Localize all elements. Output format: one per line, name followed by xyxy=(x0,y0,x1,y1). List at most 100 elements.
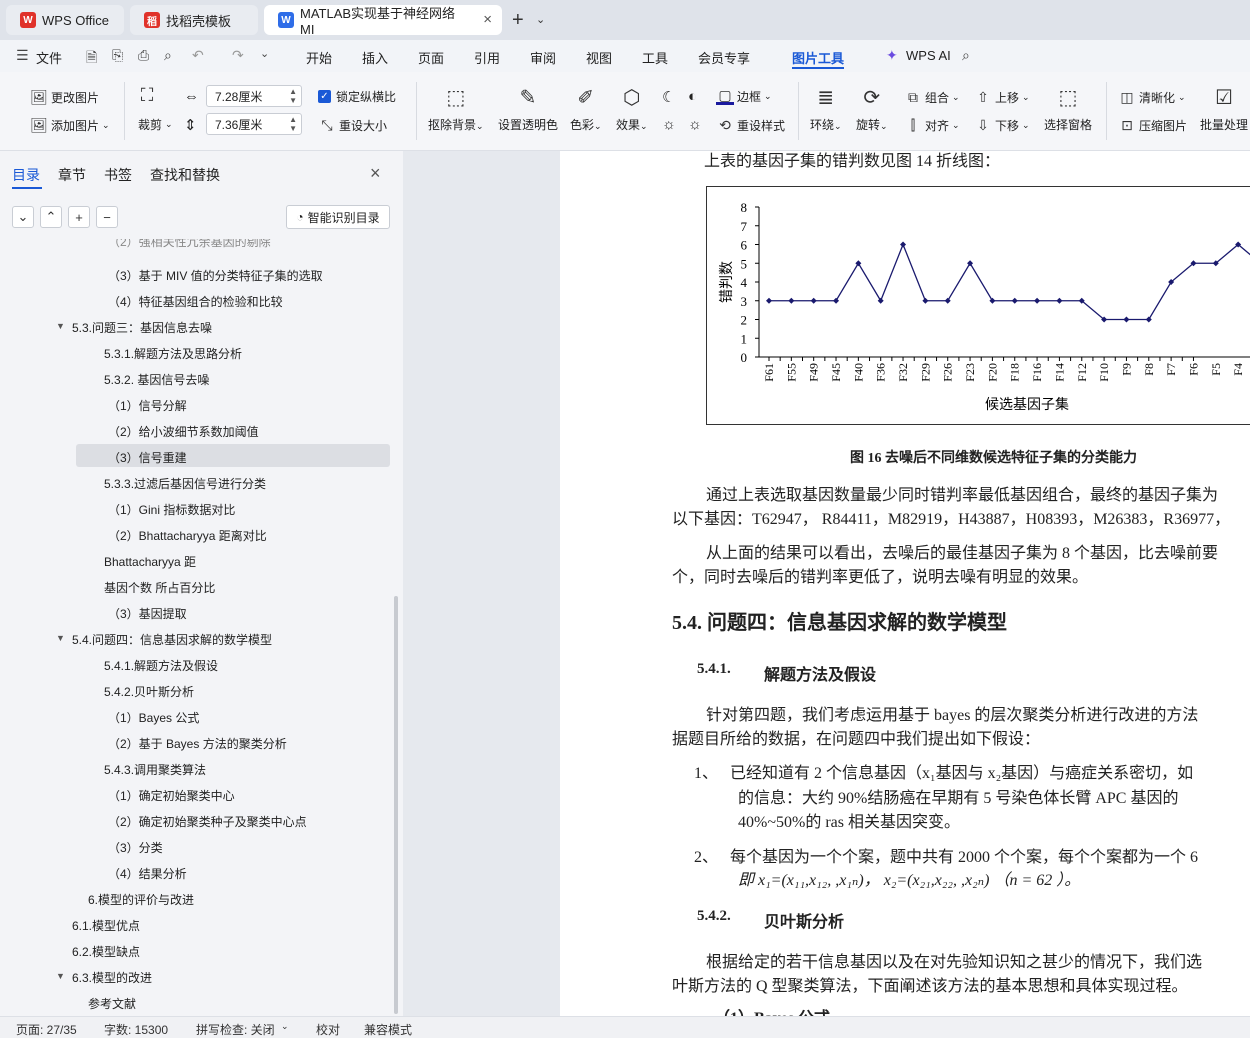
lock-ratio-checkbox[interactable]: ✓ 锁定纵横比 xyxy=(318,88,396,105)
toc-item[interactable]: 6.3.模型的改进 xyxy=(72,969,152,986)
color-button[interactable]: ✐ 色彩⌄ xyxy=(570,84,602,133)
spinner-icon[interactable]: ▲ ▼ xyxy=(289,87,297,105)
toc-item[interactable]: 5.4.问题四：信息基因求解的数学模型 xyxy=(72,631,272,648)
menu-review[interactable]: 审阅 xyxy=(530,48,556,67)
toc-item[interactable]: （1）信号分解 xyxy=(108,397,187,414)
brightness-up-icon[interactable]: ☼ xyxy=(662,116,676,133)
toc-scrollbar[interactable] xyxy=(394,596,398,1014)
toc-item[interactable]: 5.4.2.贝叶斯分析 xyxy=(104,683,194,700)
effect-button[interactable]: ⬡ 效果⌄ xyxy=(616,84,648,133)
figure-chart[interactable]: 0 1 2 3 4 5 6 7 8 F61 F55 F49 F45 F40 F36 F32 F29 F26 F23 F… xyxy=(706,186,1250,425)
menu-picture-tools[interactable]: 图片工具 xyxy=(792,48,844,67)
tab-chapters[interactable]: 章节 xyxy=(58,165,86,185)
toc-item[interactable]: Bhattacharyya 距 xyxy=(104,553,196,570)
menu-tools[interactable]: 工具 xyxy=(642,48,668,67)
chevron-down-icon[interactable]: ⌄ xyxy=(536,13,545,26)
expand-triangle-icon[interactable]: ▼ xyxy=(56,971,65,981)
add-heading-button[interactable]: + xyxy=(68,206,90,228)
set-transparent-button[interactable]: ✎ 设置透明色 xyxy=(498,84,558,133)
tab-wps-office[interactable]: W WPS Office xyxy=(6,5,124,35)
compress-button[interactable]: ⊡ 压缩图片 xyxy=(1118,116,1187,134)
expand-up-button[interactable]: ⌃ xyxy=(40,206,62,228)
remove-bg-button[interactable]: ⬚ 抠除背景⌄ xyxy=(428,84,484,133)
change-picture-button[interactable]: 🖼 更改图片 xyxy=(30,88,99,106)
select-pane-button[interactable]: ⬚ 选择窗格 xyxy=(1044,84,1092,133)
width-input[interactable]: 7.28厘米 ▲ ▼ xyxy=(206,85,302,107)
rotate-button[interactable]: ⟳ 旋转⌄ xyxy=(856,84,888,133)
expand-triangle-icon[interactable]: ▼ xyxy=(56,321,65,331)
send-down-button[interactable]: ⇩ 下移 ⌄ xyxy=(974,116,1029,134)
redo-icon[interactable]: ↷ xyxy=(232,47,248,63)
toc-item[interactable]: （1）Gini 指标数据对比 xyxy=(108,501,235,518)
toc-item[interactable]: 基因个数 所占百分比 xyxy=(104,579,215,596)
tab-find-replace[interactable]: 查找和替换 xyxy=(150,165,220,185)
reset-size-button[interactable]: ⤡ 重设大小 xyxy=(318,116,387,134)
toc-item[interactable]: 5.3.1.解题方法及思路分析 xyxy=(104,345,242,362)
save-icon[interactable]: 🗎 xyxy=(86,47,102,65)
add-picture-button[interactable]: 🖼 添加图片 ⌄ xyxy=(30,116,109,134)
menu-page[interactable]: 页面 xyxy=(418,48,444,67)
print-preview-icon[interactable]: ⌕ xyxy=(164,47,180,63)
remove-heading-button[interactable]: − xyxy=(96,206,118,228)
tab-toc[interactable]: 目录 xyxy=(12,165,40,185)
reset-style-button[interactable]: ⟲ 重设样式 xyxy=(716,116,785,134)
expand-triangle-icon[interactable]: ▼ xyxy=(56,633,65,643)
collapse-all-button[interactable]: ⌄ xyxy=(12,206,34,228)
chevron-down-icon[interactable]: ⌄ xyxy=(281,1021,289,1032)
toc-item[interactable]: 5.3.2. 基因信号去噪 xyxy=(104,371,209,388)
toc-item[interactable]: （2）给小波细节系数加阈值 xyxy=(108,423,259,440)
contrast-icon[interactable]: ◐ xyxy=(688,88,697,105)
toc-item[interactable]: （2）确定初始聚类种子及聚类中心点 xyxy=(108,813,307,830)
tab-bookmarks[interactable]: 书签 xyxy=(104,165,132,185)
toc-item[interactable]: （3）基因提取 xyxy=(108,605,187,622)
toc-item-selected[interactable]: （3）信号重建 xyxy=(108,449,187,466)
height-input[interactable]: 7.36厘米 ▲ ▼ xyxy=(206,113,302,135)
menu-home[interactable]: 开始 xyxy=(306,48,332,67)
brightness-icon[interactable]: ☾ xyxy=(662,88,675,106)
spell-check-toggle[interactable]: 拼写检查: 关闭 xyxy=(196,1021,275,1038)
menu-reference[interactable]: 引用 xyxy=(474,48,500,67)
toc-item[interactable]: 6.2.模型缺点 xyxy=(72,943,140,960)
toc-item[interactable]: （2）强相关性冗余基因的剔除 xyxy=(108,239,271,250)
bring-up-button[interactable]: ⇧ 上移 ⌄ xyxy=(974,88,1029,106)
new-tab-button[interactable]: + xyxy=(512,9,524,32)
toc-item[interactable]: 5.4.1.解题方法及假设 xyxy=(104,657,218,674)
print-icon[interactable]: ⎙ xyxy=(138,47,154,63)
close-icon[interactable]: × xyxy=(370,163,381,184)
toc-item[interactable]: （3）基于 MIV 值的分类特征子集的选取 xyxy=(108,267,323,284)
toc-item[interactable]: 参考文献 xyxy=(88,995,136,1012)
sharpen-button[interactable]: ◫ 清晰化 ⌄ xyxy=(1118,88,1185,106)
batch-button[interactable]: ☑ 批量处理 xyxy=(1200,84,1248,133)
toc-item[interactable]: 6.1.模型优点 xyxy=(72,917,140,934)
word-count[interactable]: 字数: 15300 xyxy=(104,1021,168,1038)
toc-item[interactable]: （2）基于 Bayes 方法的聚类分析 xyxy=(108,735,287,752)
toc-item[interactable]: 6.模型的评价与改进 xyxy=(88,891,194,908)
hamburger-icon[interactable]: ☰ xyxy=(16,47,32,63)
spinner-icon[interactable]: ▲ ▼ xyxy=(289,115,297,133)
proofread-button[interactable]: 校对 xyxy=(316,1021,340,1038)
wps-ai-icon[interactable]: ✦ xyxy=(886,47,902,63)
crop-button[interactable]: ⛶ xyxy=(138,85,159,105)
search-icon[interactable]: ⌕ xyxy=(962,47,978,63)
menu-insert[interactable]: 插入 xyxy=(362,48,388,67)
toc-item[interactable]: （4）特征基因组合的检验和比较 xyxy=(108,293,283,310)
toc-item[interactable]: （4）结果分析 xyxy=(108,865,187,882)
undo-icon[interactable]: ↶ xyxy=(192,47,208,63)
menu-member[interactable]: 会员专享 xyxy=(698,48,750,67)
contrast-up-icon[interactable]: ☼ xyxy=(688,116,702,133)
menu-file[interactable]: 文件 xyxy=(36,48,62,67)
pdf-icon[interactable]: ⎘ xyxy=(112,47,128,63)
toc-item[interactable]: 5.3.问题三：基因信息去噪 xyxy=(72,319,212,336)
border-button[interactable]: ▢ 边框 ⌄ xyxy=(716,87,772,105)
toc-item[interactable]: （1）Bayes 公式 xyxy=(108,709,199,726)
wrap-button[interactable]: ≣ 环绕⌄ xyxy=(810,84,842,133)
toc-item[interactable]: 5.4.3.调用聚类算法 xyxy=(104,761,206,778)
toc-item[interactable]: （3）分类 xyxy=(108,839,163,856)
align-button[interactable]: ⫿ 对齐 ⌄ xyxy=(904,116,960,134)
toc-item[interactable]: （1）确定初始聚类中心 xyxy=(108,787,235,804)
menu-view[interactable]: 视图 xyxy=(586,48,612,67)
group-button[interactable]: ⧉ 组合 ⌄ xyxy=(904,88,960,106)
close-icon[interactable]: × xyxy=(483,11,492,28)
tab-document[interactable]: W MATLAB实现基于神经网络MI × xyxy=(264,5,502,37)
tab-template[interactable]: 稻 找稻壳模板 xyxy=(130,5,258,35)
